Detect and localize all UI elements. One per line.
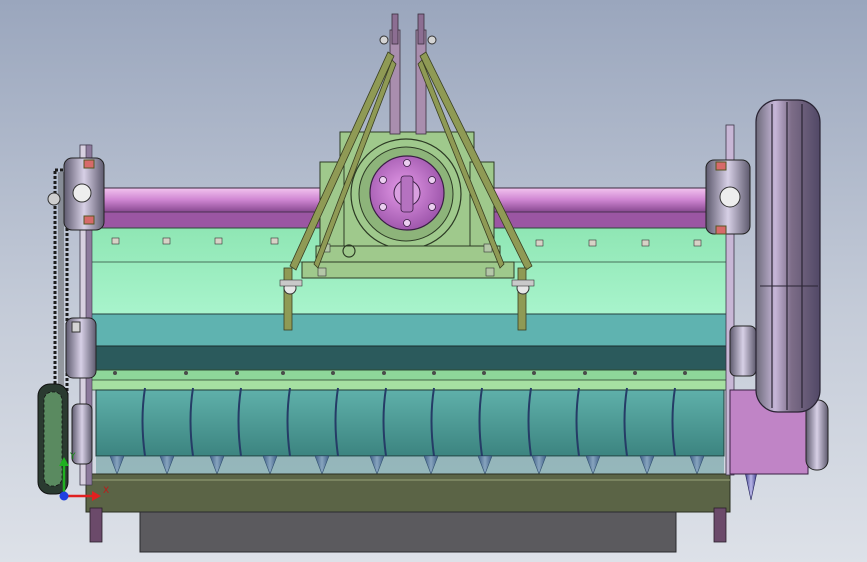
right-bearing-hub[interactable] xyxy=(705,159,751,235)
flail-mower-model[interactable] xyxy=(0,0,867,562)
view-triad: X Y xyxy=(54,452,114,504)
blade-strip xyxy=(96,456,724,474)
triad-z-axis-icon xyxy=(59,491,69,501)
bottom-hood[interactable] xyxy=(85,473,731,513)
triad-y-label: Y xyxy=(70,452,76,462)
triad-y-arrow-icon xyxy=(59,457,69,466)
left-sprocket-middle[interactable] xyxy=(65,317,97,379)
teal-band[interactable] xyxy=(87,313,731,347)
triad-axes xyxy=(59,457,101,501)
right-lower-hub[interactable] xyxy=(729,325,757,377)
triad-x-arrow-icon xyxy=(92,491,101,501)
cad-graphics-viewport[interactable]: X Y xyxy=(0,0,867,562)
ground-roller[interactable] xyxy=(139,511,677,553)
rotor-rail[interactable] xyxy=(87,369,731,391)
rotor-drum[interactable] xyxy=(95,387,725,457)
dark-teal-band[interactable] xyxy=(87,345,731,371)
input-flange[interactable] xyxy=(369,155,445,231)
triad-x-label: X xyxy=(103,486,110,496)
v-belt-pulley[interactable] xyxy=(755,99,821,413)
